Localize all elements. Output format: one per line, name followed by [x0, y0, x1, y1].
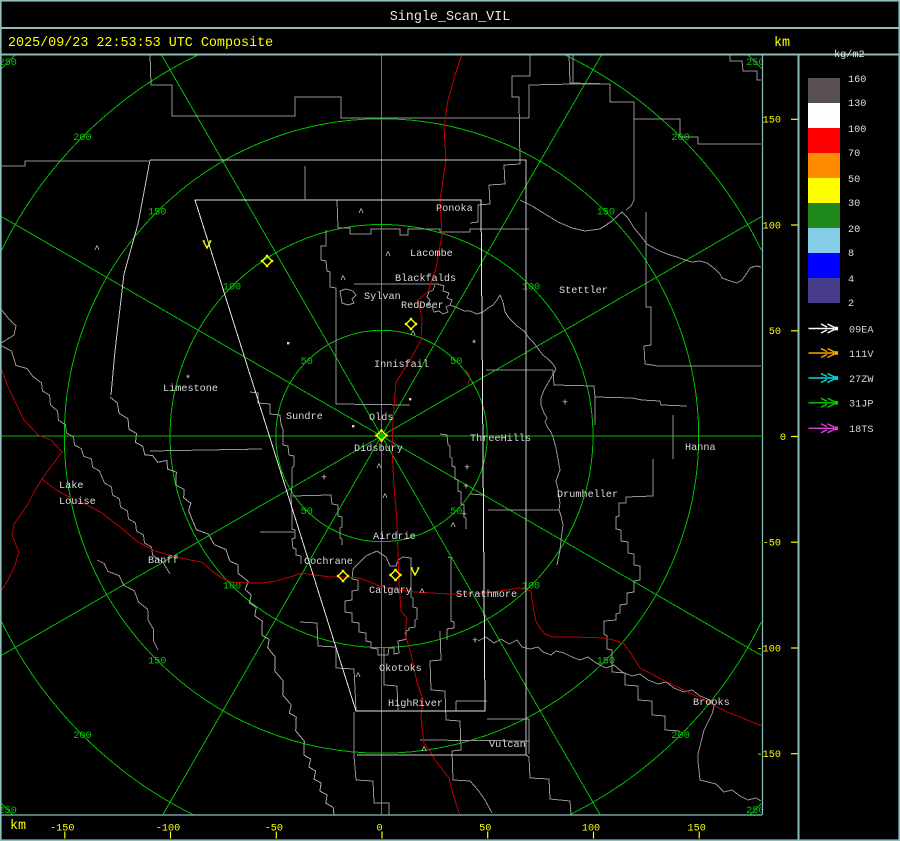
- svg-text:250: 250: [0, 58, 17, 69]
- svg-text:Stettler: Stettler: [559, 285, 608, 297]
- svg-text:-100: -100: [156, 824, 180, 835]
- svg-text:km: km: [774, 36, 790, 51]
- svg-text:150: 150: [688, 824, 706, 835]
- svg-text:Vulcan: Vulcan: [489, 739, 526, 751]
- svg-text:+: +: [562, 399, 568, 410]
- svg-text:^: ^: [94, 245, 100, 256]
- svg-text:HighRiver: HighRiver: [388, 698, 443, 710]
- svg-text:70: 70: [848, 149, 860, 160]
- svg-text:Limestone: Limestone: [163, 383, 218, 395]
- svg-text:Strathmore: Strathmore: [456, 589, 517, 601]
- svg-text:100: 100: [223, 283, 241, 294]
- svg-text:^: ^: [355, 672, 361, 683]
- svg-text:^: ^: [340, 275, 346, 286]
- svg-text:Cochrane: Cochrane: [304, 556, 353, 568]
- svg-text:100: 100: [522, 283, 540, 294]
- svg-text:-150: -150: [757, 750, 781, 761]
- svg-text:Innisfail: Innisfail: [374, 359, 429, 371]
- svg-text:^: ^: [382, 493, 388, 504]
- svg-text:2: 2: [848, 299, 854, 310]
- svg-text:Airdrie: Airdrie: [373, 531, 416, 543]
- svg-text:8: 8: [848, 249, 854, 260]
- svg-text:Okotoks: Okotoks: [379, 663, 422, 675]
- svg-text:100: 100: [763, 221, 781, 232]
- svg-text:150: 150: [148, 656, 166, 667]
- svg-text:111V: 111V: [849, 350, 874, 361]
- svg-text:130: 130: [848, 99, 866, 110]
- svg-text:-150: -150: [50, 824, 74, 835]
- svg-text:200: 200: [671, 133, 689, 144]
- svg-text:50: 50: [848, 175, 860, 186]
- svg-text:*: *: [471, 339, 477, 351]
- svg-text:30: 30: [848, 199, 860, 210]
- svg-text:200: 200: [671, 731, 689, 742]
- svg-text:Banff: Banff: [148, 555, 179, 567]
- svg-text:+: +: [461, 511, 467, 522]
- svg-text:Calgary: Calgary: [369, 585, 412, 597]
- svg-text:Brooks: Brooks: [693, 697, 730, 709]
- svg-text:50: 50: [479, 824, 491, 835]
- svg-text:250: 250: [746, 58, 764, 69]
- svg-text:100: 100: [223, 582, 241, 593]
- svg-text:0: 0: [780, 433, 786, 444]
- svg-text:50: 50: [450, 357, 462, 368]
- svg-text:RedDeer: RedDeer: [401, 300, 444, 312]
- svg-text:^: ^: [358, 208, 364, 219]
- svg-text:-50: -50: [265, 824, 283, 835]
- svg-text:^: ^: [410, 330, 416, 341]
- svg-text:Blackfalds: Blackfalds: [395, 273, 456, 285]
- svg-text:km: km: [10, 819, 26, 834]
- svg-text:^: ^: [385, 251, 391, 262]
- svg-text:31JP: 31JP: [849, 400, 873, 411]
- svg-text:Single_Scan_VIL: Single_Scan_VIL: [390, 10, 511, 25]
- svg-text:Didsbury: Didsbury: [354, 443, 403, 455]
- svg-text:Hanna: Hanna: [685, 443, 716, 454]
- svg-text:50: 50: [301, 507, 313, 518]
- svg-text:200: 200: [73, 731, 91, 742]
- svg-text:^: ^: [419, 588, 425, 599]
- svg-text:Ponoka: Ponoka: [436, 203, 473, 215]
- svg-text:160: 160: [848, 75, 866, 86]
- svg-text:Drumheller: Drumheller: [557, 489, 618, 501]
- svg-text:09EA: 09EA: [849, 325, 874, 336]
- svg-text:Sundre: Sundre: [286, 411, 323, 423]
- svg-text:18TS: 18TS: [849, 425, 873, 436]
- svg-text:Olds: Olds: [369, 412, 393, 424]
- svg-text:^: ^: [450, 522, 456, 533]
- svg-text:Lacombe: Lacombe: [410, 248, 453, 260]
- svg-text:150: 150: [597, 208, 615, 219]
- svg-text:50: 50: [301, 357, 313, 368]
- svg-text:100: 100: [582, 824, 600, 835]
- svg-text:+: +: [464, 464, 470, 475]
- svg-text:100: 100: [848, 125, 866, 136]
- svg-text:27ZW: 27ZW: [849, 375, 874, 386]
- svg-text:20: 20: [848, 225, 860, 236]
- svg-text:Sylvan: Sylvan: [364, 291, 401, 303]
- svg-text:-100: -100: [757, 644, 781, 655]
- svg-text:150: 150: [763, 116, 781, 127]
- svg-text:200: 200: [73, 133, 91, 144]
- svg-text:2025/09/23 22:53:53 UTC Compos: 2025/09/23 22:53:53 UTC Composite: [8, 36, 273, 51]
- svg-text:ThreeHills: ThreeHills: [470, 433, 531, 445]
- svg-text:+: +: [472, 637, 478, 648]
- svg-text:^: ^: [376, 463, 382, 474]
- svg-text:-50: -50: [763, 539, 781, 550]
- svg-text:^: ^: [421, 746, 427, 757]
- svg-text:kg/m2: kg/m2: [834, 49, 865, 61]
- svg-text:4: 4: [848, 275, 854, 286]
- svg-text:50: 50: [769, 327, 781, 338]
- svg-text:+: +: [463, 483, 469, 494]
- svg-text:150: 150: [148, 208, 166, 219]
- svg-text:Lake: Lake: [59, 480, 83, 492]
- svg-text:+: +: [321, 474, 327, 485]
- svg-text:Louise: Louise: [59, 496, 96, 508]
